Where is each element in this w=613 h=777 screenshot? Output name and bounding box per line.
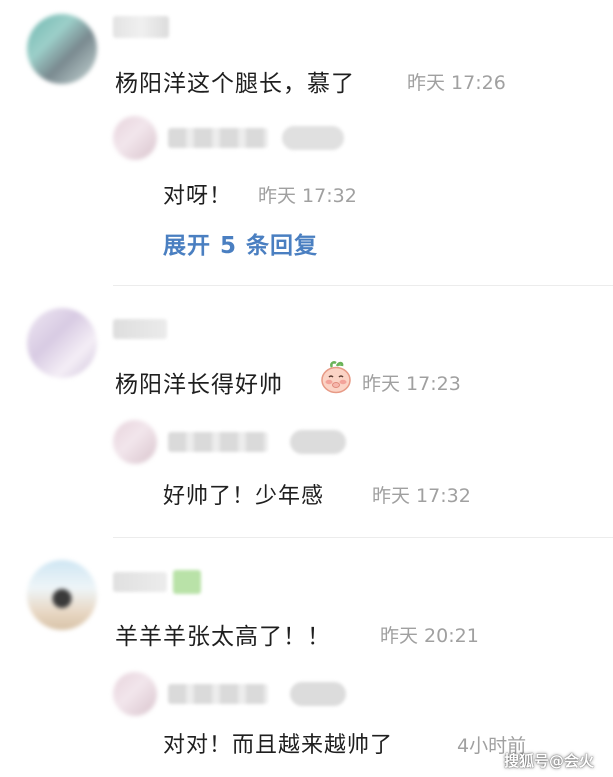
comment-time: 昨天 17:26 [407,72,506,94]
replier-name[interactable] [168,128,268,148]
reply-text: 好帅了！少年感 [163,484,325,509]
comment-text: 杨阳洋长得好帅 [115,372,283,398]
replier-avatar[interactable] [113,672,157,716]
reply-target-name[interactable] [290,430,346,454]
replier-name[interactable] [168,432,268,452]
replier-name[interactable] [168,684,268,704]
commenter-badge [173,570,201,594]
commenter-name[interactable] [113,319,167,339]
reply-target-name[interactable] [290,682,346,706]
reply-text: 对对！而且越来越帅了 [163,733,394,758]
comment-3: 羊羊羊张太高了！！ 昨天 20:21 对对！而且越来越帅了 4小时前 [0,538,613,777]
sohu-watermark: 搜狐号@会火 [504,752,595,770]
commenter-name[interactable] [113,16,169,38]
commenter-avatar[interactable] [27,560,97,630]
comment-text: 羊羊羊张太高了！！ [115,624,331,650]
comment-text: 杨阳洋这个腿长，慕了 [115,71,355,97]
commenter-avatar[interactable] [27,14,97,84]
replier-avatar[interactable] [113,420,157,464]
reply-target-name[interactable] [282,126,344,150]
blushing-peach-emoji [320,360,352,394]
comment-1: 杨阳洋这个腿长，慕了 昨天 17:26 对呀！ 昨天 17:32 展开 5 条回… [0,0,613,285]
reply-time: 昨天 17:32 [372,485,471,507]
comment-time: 昨天 20:21 [380,625,479,647]
commenter-avatar[interactable] [27,308,97,378]
reply-text: 对呀！ [163,184,233,209]
replier-avatar[interactable] [113,116,157,160]
expand-replies-link[interactable]: 展开 5 条回复 [163,226,318,260]
comment-time: 昨天 17:23 [362,373,461,395]
comment-2: 杨阳洋长得好帅 昨天 17:23 好帅了！少年感 昨天 17:32 [0,286,613,536]
commenter-name[interactable] [113,572,167,592]
reply-time: 昨天 17:32 [258,185,357,207]
